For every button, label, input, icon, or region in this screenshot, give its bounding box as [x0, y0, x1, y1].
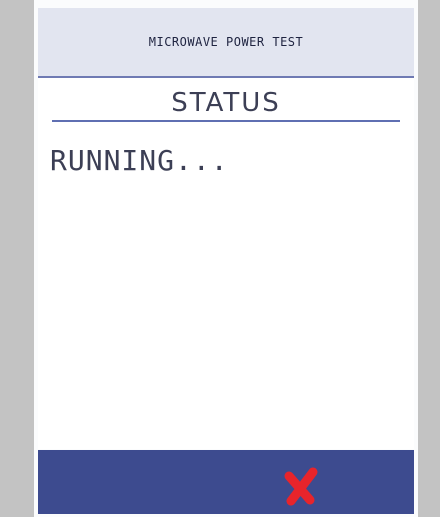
- footer-bar: [38, 450, 414, 514]
- status-panel: STATUS RUNNING...: [38, 78, 414, 449]
- status-divider: [52, 120, 400, 122]
- status-heading: STATUS: [171, 88, 281, 118]
- status-message: RUNNING...: [50, 144, 229, 177]
- device-bezel-left: [0, 0, 34, 517]
- device-bezel-right: [418, 0, 440, 517]
- header-bar: MICROWAVE POWER TEST: [38, 8, 414, 78]
- close-x-icon: [284, 467, 318, 506]
- page-title: MICROWAVE POWER TEST: [148, 35, 304, 49]
- cancel-button[interactable]: [274, 460, 330, 512]
- device-screen: MICROWAVE POWER TEST STATUS RUNNING...: [34, 0, 418, 517]
